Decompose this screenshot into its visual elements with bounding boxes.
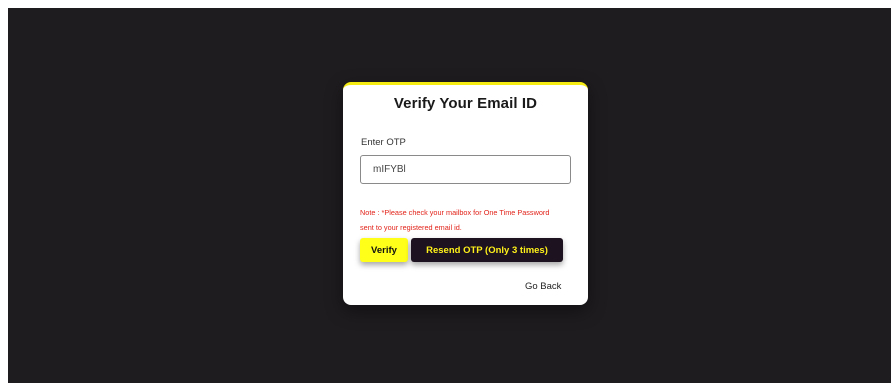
verify-button[interactable]: Verify	[360, 238, 408, 262]
page-background: Verify Your Email ID Enter OTP Note : *P…	[8, 8, 891, 383]
resend-otp-button[interactable]: Resend OTP (Only 3 times)	[411, 238, 563, 262]
go-back-link[interactable]: Go Back	[525, 281, 561, 292]
otp-note: Note : *Please check your mailbox for On…	[360, 208, 550, 232]
otp-input[interactable]	[360, 155, 571, 184]
card-title: Verify Your Email ID	[393, 95, 538, 112]
otp-label: Enter OTP	[361, 137, 406, 148]
verify-email-card: Verify Your Email ID Enter OTP Note : *P…	[343, 82, 588, 305]
